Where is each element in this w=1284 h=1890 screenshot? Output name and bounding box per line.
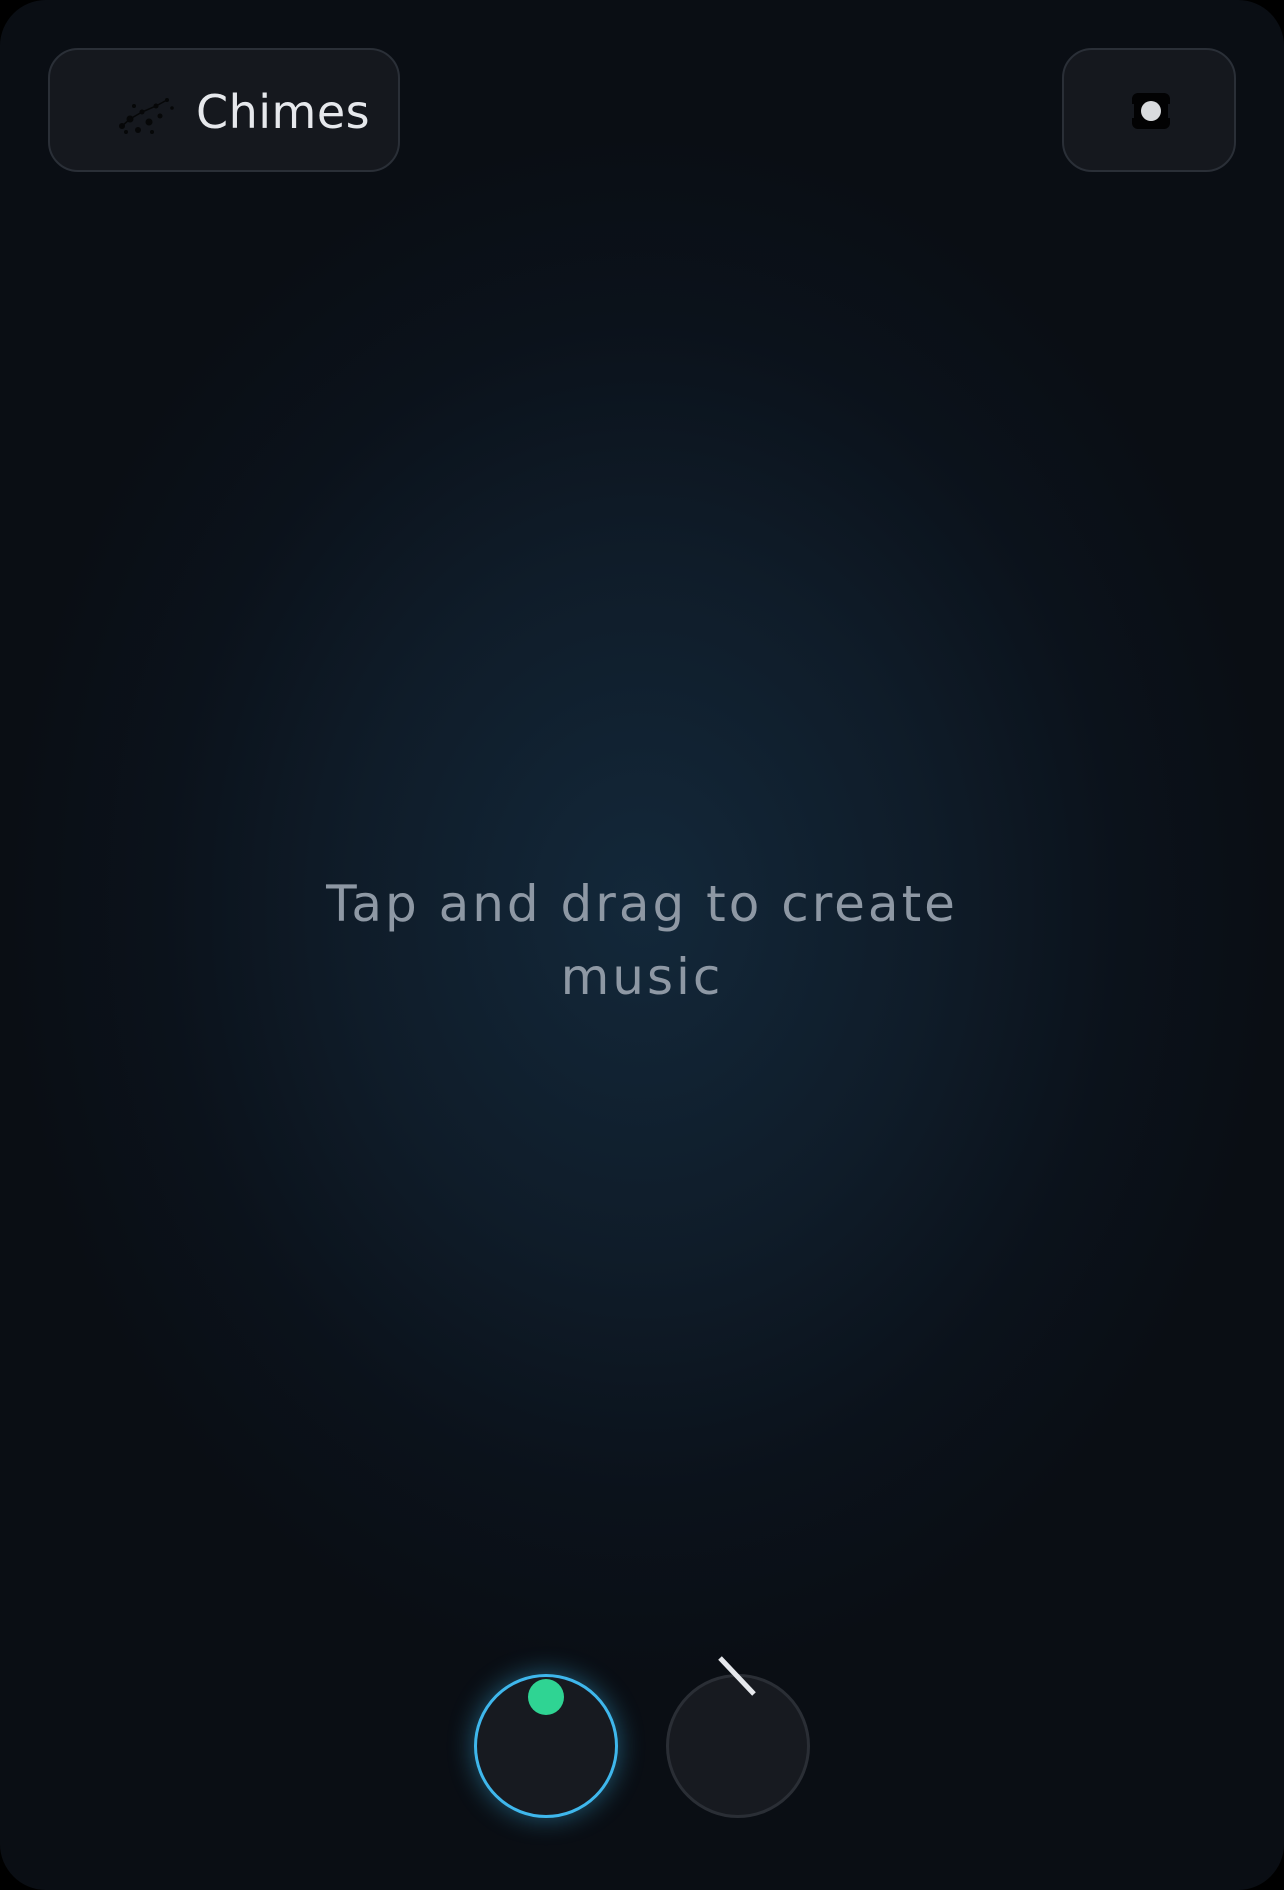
instrument-selector-button[interactable]: Chimes [48,48,400,172]
chimes-icon [119,98,174,134]
knob-needle-indicator [718,1656,756,1696]
instruction-text: Tap and drag to create music [326,875,958,1006]
record-button[interactable] [1062,48,1236,172]
knob-left[interactable] [474,1674,618,1818]
app-screen[interactable]: Chimes Tap and drag to create music [0,0,1284,1890]
knob-indicator-dot [528,1679,564,1715]
record-icon [1130,93,1172,129]
instrument-label: Chimes [196,85,371,139]
